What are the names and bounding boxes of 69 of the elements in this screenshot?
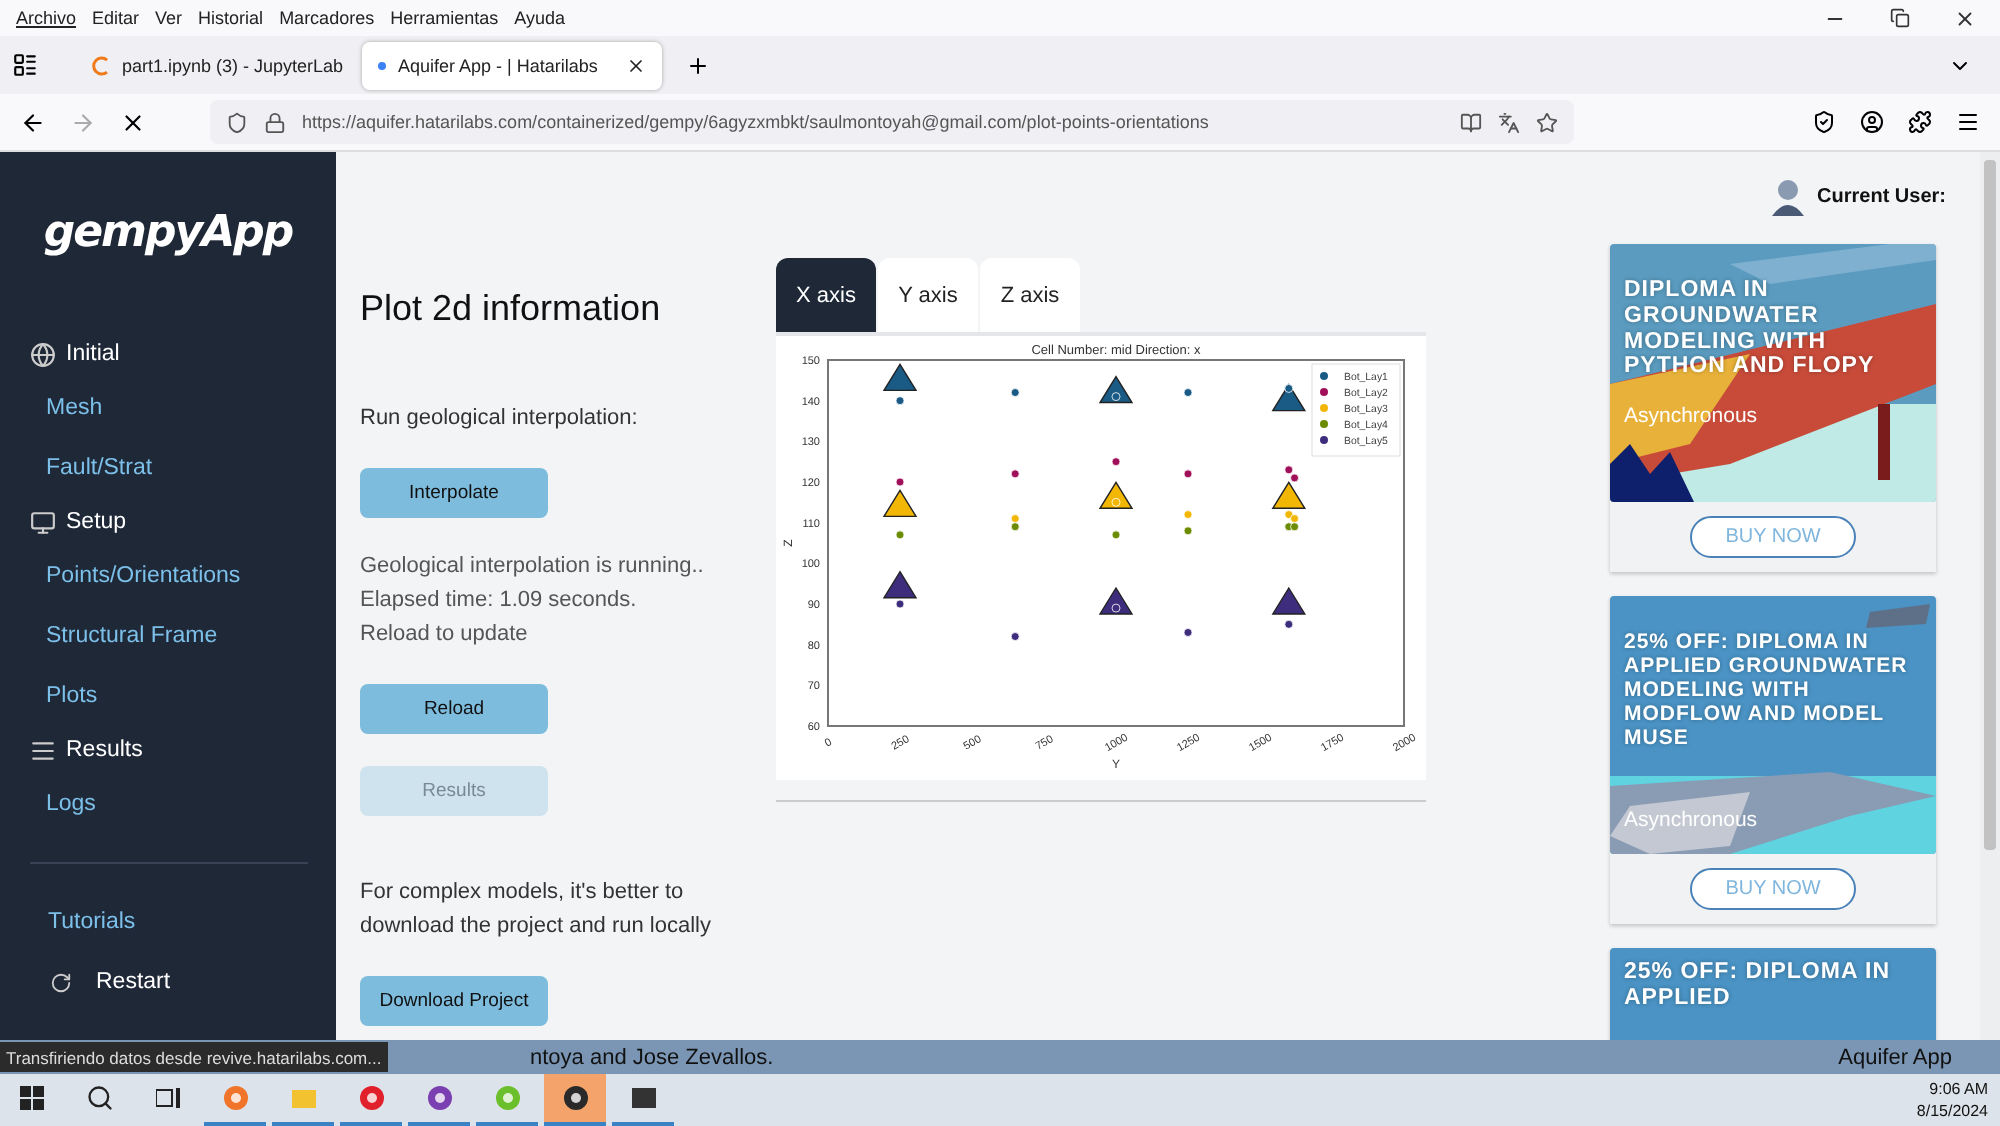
scrollbar-thumb[interactable] [1984,160,1996,850]
menu-item[interactable]: Historial [190,8,272,28]
status-text: Elapsed time: 1.09 seconds. [360,586,639,616]
ad-subtitle: Asynchronous [1624,404,1758,428]
close-tab-icon[interactable] [626,55,646,75]
reader-icon [1460,111,1482,133]
axis-tab[interactable]: X axis [776,258,876,332]
action-button[interactable]: Interpolate [360,468,548,518]
axis-tab[interactable]: Z axis [980,258,1080,332]
sidebar-link[interactable]: Points/Orientations [0,546,336,606]
back-icon[interactable] [20,109,46,135]
sidebar-link[interactable]: Mesh [0,378,336,438]
restart-button[interactable]: Restart [0,952,336,1012]
sidebar-section[interactable]: Setup [0,498,336,546]
spinner-icon [90,55,110,75]
sidebar-link[interactable]: Tutorials [0,892,336,952]
extensions-icon[interactable] [1908,110,1932,134]
taskbar-app-icon[interactable] [544,1074,606,1126]
clock: 9:06 AM 8/15/2024 [1916,1078,1988,1122]
monitor-icon [30,509,56,535]
legend-box [1311,363,1401,457]
action-button[interactable]: Reload [360,684,548,734]
menu-item[interactable]: Ver [147,8,191,28]
restore-icon[interactable] [1890,7,1910,27]
stop-icon[interactable] [120,109,146,135]
menu-icon[interactable] [1956,110,1980,134]
instruction-text: For complex models, it's better to [360,878,686,908]
menu-item[interactable]: Ayuda [506,8,573,28]
ad-title: 25% OFF: DIPLOMA IN APPLIED GROUNDWATER MODELING WITH MODFLOW AND MODEL MUSE [1624,630,1910,750]
star-icon [1536,111,1558,133]
sidebar-link[interactable]: Structural Frame [0,606,336,666]
shield-icon [226,111,248,133]
account-icon[interactable] [1860,110,1884,134]
lock-icon [264,111,286,133]
instruction-text: Run geological interpolation: [360,404,640,434]
action-button[interactable]: Download Project [360,976,548,1026]
menu-item[interactable]: Editar [84,8,148,28]
refresh-icon [50,971,72,993]
menu-item[interactable]: Archivo [8,8,85,28]
sidebar-link[interactable]: Plots [0,666,336,726]
sidebar-section[interactable]: Initial [0,330,336,378]
url-field[interactable]: https://aquifer.hatarilabs.com/containerized/gempy/6agyzxmbkt/saulmontoyah@gmail.com/plot-points-orientations [210,100,1574,144]
ad-title: 25% OFF: DIPLOMA IN APPLIED [1624,960,1893,1012]
close-icon[interactable] [1954,7,1976,29]
tab-list-icon[interactable] [12,52,38,78]
sidebar-link[interactable]: Logs [0,774,336,834]
page-heading: Plot 2d information [360,288,663,330]
stripes-icon [30,737,56,763]
footer-app-name: Aquifer App [1838,1045,1952,1069]
status-text: Reload to update [360,620,530,650]
new-tab-icon[interactable] [686,53,710,77]
sidebar-link[interactable]: Fault/Strat [0,438,336,498]
status-text: Geological interpolation is running.. [360,552,706,582]
loading-tooltip: Transfiriendo datos desde revive.hatarilabs.com... [0,1042,388,1072]
user-label: Current User: [1817,185,1946,207]
globe-icon [30,341,56,367]
axis-tab[interactable]: Y axis [878,258,978,332]
sidebar-section[interactable]: Results [0,726,336,774]
menu-item[interactable]: Marcadores [271,8,383,28]
ad-subtitle: Asynchronous [1624,808,1758,832]
app-logo: gempyApp [41,208,295,258]
browser-tab[interactable]: part1.ipynb (3) - JupyterLab [74,41,354,89]
avatar-icon [1769,176,1806,216]
browser-tab[interactable]: Aquifer App - | Hatarilabs [362,41,662,89]
dot-icon [378,61,386,69]
menu-item[interactable]: Herramientas [382,8,507,28]
footer-text: ntoya and Jose Zevallos. [530,1045,774,1069]
instruction-text: download the project and run locally [360,912,714,942]
translate-icon [1498,111,1520,133]
